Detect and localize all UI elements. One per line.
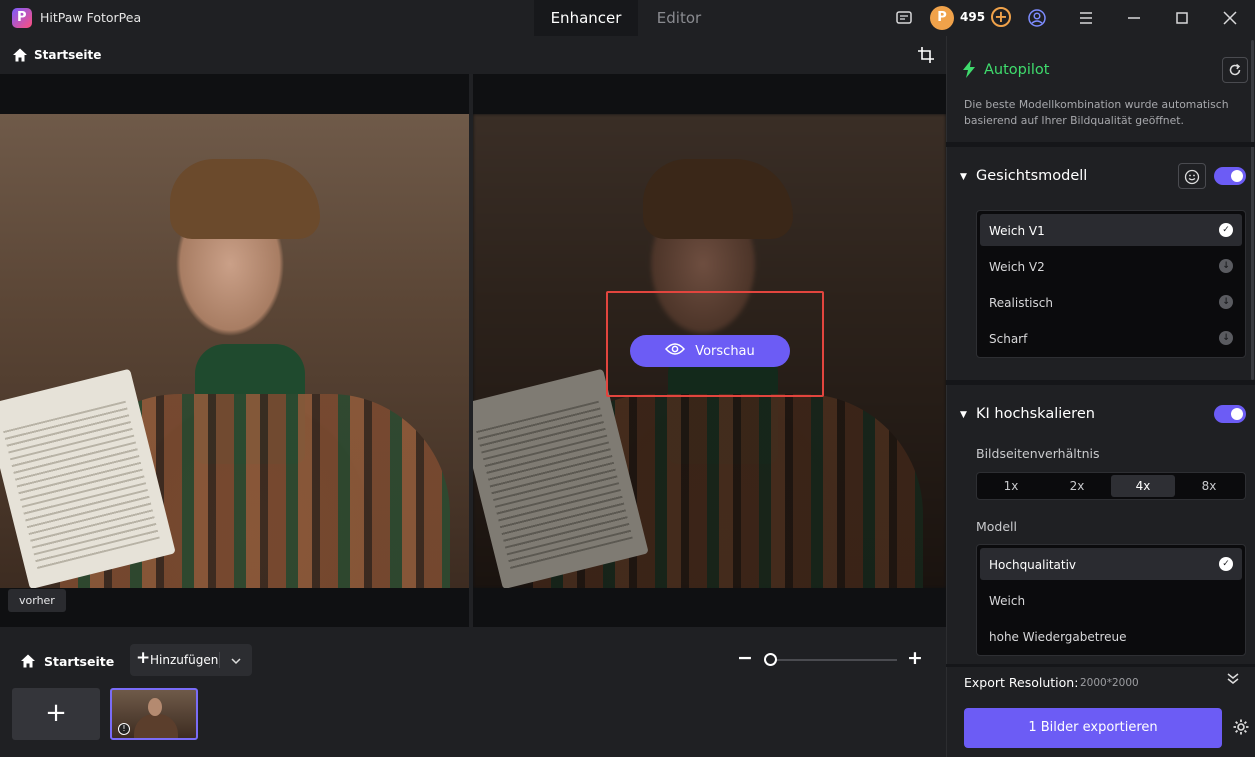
export-resolution-value: 2000*2000	[1080, 677, 1139, 689]
upscale-toggle[interactable]	[1214, 405, 1246, 423]
minimize-icon[interactable]	[1124, 8, 1144, 28]
double-chevron-down-icon[interactable]	[1226, 671, 1240, 689]
zoom-in-button[interactable]: +	[907, 647, 923, 669]
download-icon[interactable]: ↓	[1219, 259, 1233, 273]
account-icon[interactable]	[1027, 8, 1047, 28]
autopilot-title: Autopilot	[984, 62, 1050, 78]
breadcrumb-bar: Startseite	[0, 36, 946, 74]
face-model-item[interactable]: Realistisch ↓	[980, 286, 1242, 318]
crop-icon[interactable]	[916, 45, 936, 65]
bottom-home-label[interactable]: Startseite	[44, 654, 114, 669]
preview-button[interactable]: Vorschau	[630, 335, 790, 367]
upscale-title[interactable]: KI hochskalieren	[976, 406, 1095, 422]
preview-label: Vorschau	[695, 343, 755, 359]
face-model-toggle[interactable]	[1214, 167, 1246, 185]
bottom-bar: Startseite + Hinzufügen − + + !	[0, 627, 946, 757]
breadcrumb-home[interactable]: Startseite	[34, 48, 101, 62]
face-model-title[interactable]: Gesichtsmodell	[976, 168, 1087, 184]
face-model-item[interactable]: Scharf ↓	[980, 322, 1242, 354]
face-model-list: Weich V1 ✓ Weich V2 ↓ Realistisch ↓ Scha…	[976, 210, 1246, 358]
export-button[interactable]: 1 Bilder exportieren	[964, 708, 1222, 748]
upscale-model-item[interactable]: Hochqualitativ ✓	[980, 548, 1242, 580]
app-logo	[12, 8, 32, 28]
tab-editor[interactable]: Editor	[640, 0, 718, 36]
add-label: Hinzufügen	[150, 653, 219, 667]
plus-icon: +	[136, 648, 151, 668]
ratio-option-1x[interactable]: 1x	[979, 475, 1043, 497]
gear-icon[interactable]	[1232, 718, 1250, 741]
title-bar: HitPaw FotorPea Enhancer Editor P 495 +	[0, 0, 1255, 36]
caret-down-icon[interactable]: ▼	[960, 410, 967, 420]
image-thumbnail[interactable]: !	[110, 688, 198, 740]
ratio-option-4x[interactable]: 4x	[1111, 475, 1175, 497]
download-icon[interactable]: ↓	[1219, 295, 1233, 309]
face-model-item[interactable]: Weich V1 ✓	[980, 214, 1242, 246]
credits-coin-icon: P	[930, 6, 954, 30]
info-icon[interactable]: !	[118, 723, 130, 735]
zoom-slider-handle[interactable]	[764, 653, 777, 666]
ratio-option-8x[interactable]: 8x	[1177, 475, 1241, 497]
zoom-slider[interactable]	[770, 659, 897, 661]
ratio-selector: 1x 2x 4x 8x	[976, 472, 1246, 500]
home-icon[interactable]	[12, 47, 28, 63]
add-image-tile[interactable]: +	[12, 688, 100, 740]
zoom-out-button[interactable]: −	[737, 647, 753, 669]
buy-credits-button[interactable]: +	[991, 7, 1011, 27]
download-icon[interactable]: ↓	[1219, 331, 1233, 345]
ratio-option-2x[interactable]: 2x	[1045, 475, 1109, 497]
home-icon[interactable]	[20, 653, 36, 669]
messages-icon[interactable]	[895, 8, 915, 28]
autopilot-description: Die beste Modellkombination wurde automa…	[964, 98, 1229, 127]
before-tag: vorher	[8, 589, 66, 612]
refresh-button[interactable]	[1222, 57, 1248, 83]
export-resolution-label: Export Resolution:	[964, 675, 1079, 690]
credits-count: 495	[960, 10, 986, 24]
model-label: Modell	[976, 519, 1018, 534]
app-title: HitPaw FotorPea	[40, 10, 142, 25]
upscale-model-item[interactable]: hohe Wiedergabetreue	[980, 620, 1242, 652]
caret-down-icon[interactable]: ▼	[960, 172, 967, 182]
menu-icon[interactable]	[1076, 8, 1096, 28]
autopilot-bolt-icon	[962, 60, 976, 82]
check-icon: ✓	[1219, 223, 1233, 237]
chevron-down-icon[interactable]	[230, 650, 242, 670]
face-model-item[interactable]: Weich V2 ↓	[980, 250, 1242, 282]
add-images-button[interactable]: + Hinzufügen	[130, 644, 252, 676]
before-image	[0, 114, 469, 588]
face-preview-button[interactable]	[1178, 163, 1206, 189]
check-icon: ✓	[1219, 557, 1233, 571]
maximize-icon[interactable]	[1172, 8, 1192, 28]
upscale-model-list: Hochqualitativ ✓ Weich hohe Wiedergabetr…	[976, 544, 1246, 656]
panel-scrollbar[interactable]	[1251, 40, 1254, 380]
ratio-label: Bildseitenverhältnis	[976, 446, 1100, 461]
close-icon[interactable]	[1220, 8, 1240, 28]
upscale-model-item[interactable]: Weich	[980, 584, 1242, 616]
eye-icon	[665, 342, 686, 360]
tab-enhancer[interactable]: Enhancer	[534, 0, 638, 36]
